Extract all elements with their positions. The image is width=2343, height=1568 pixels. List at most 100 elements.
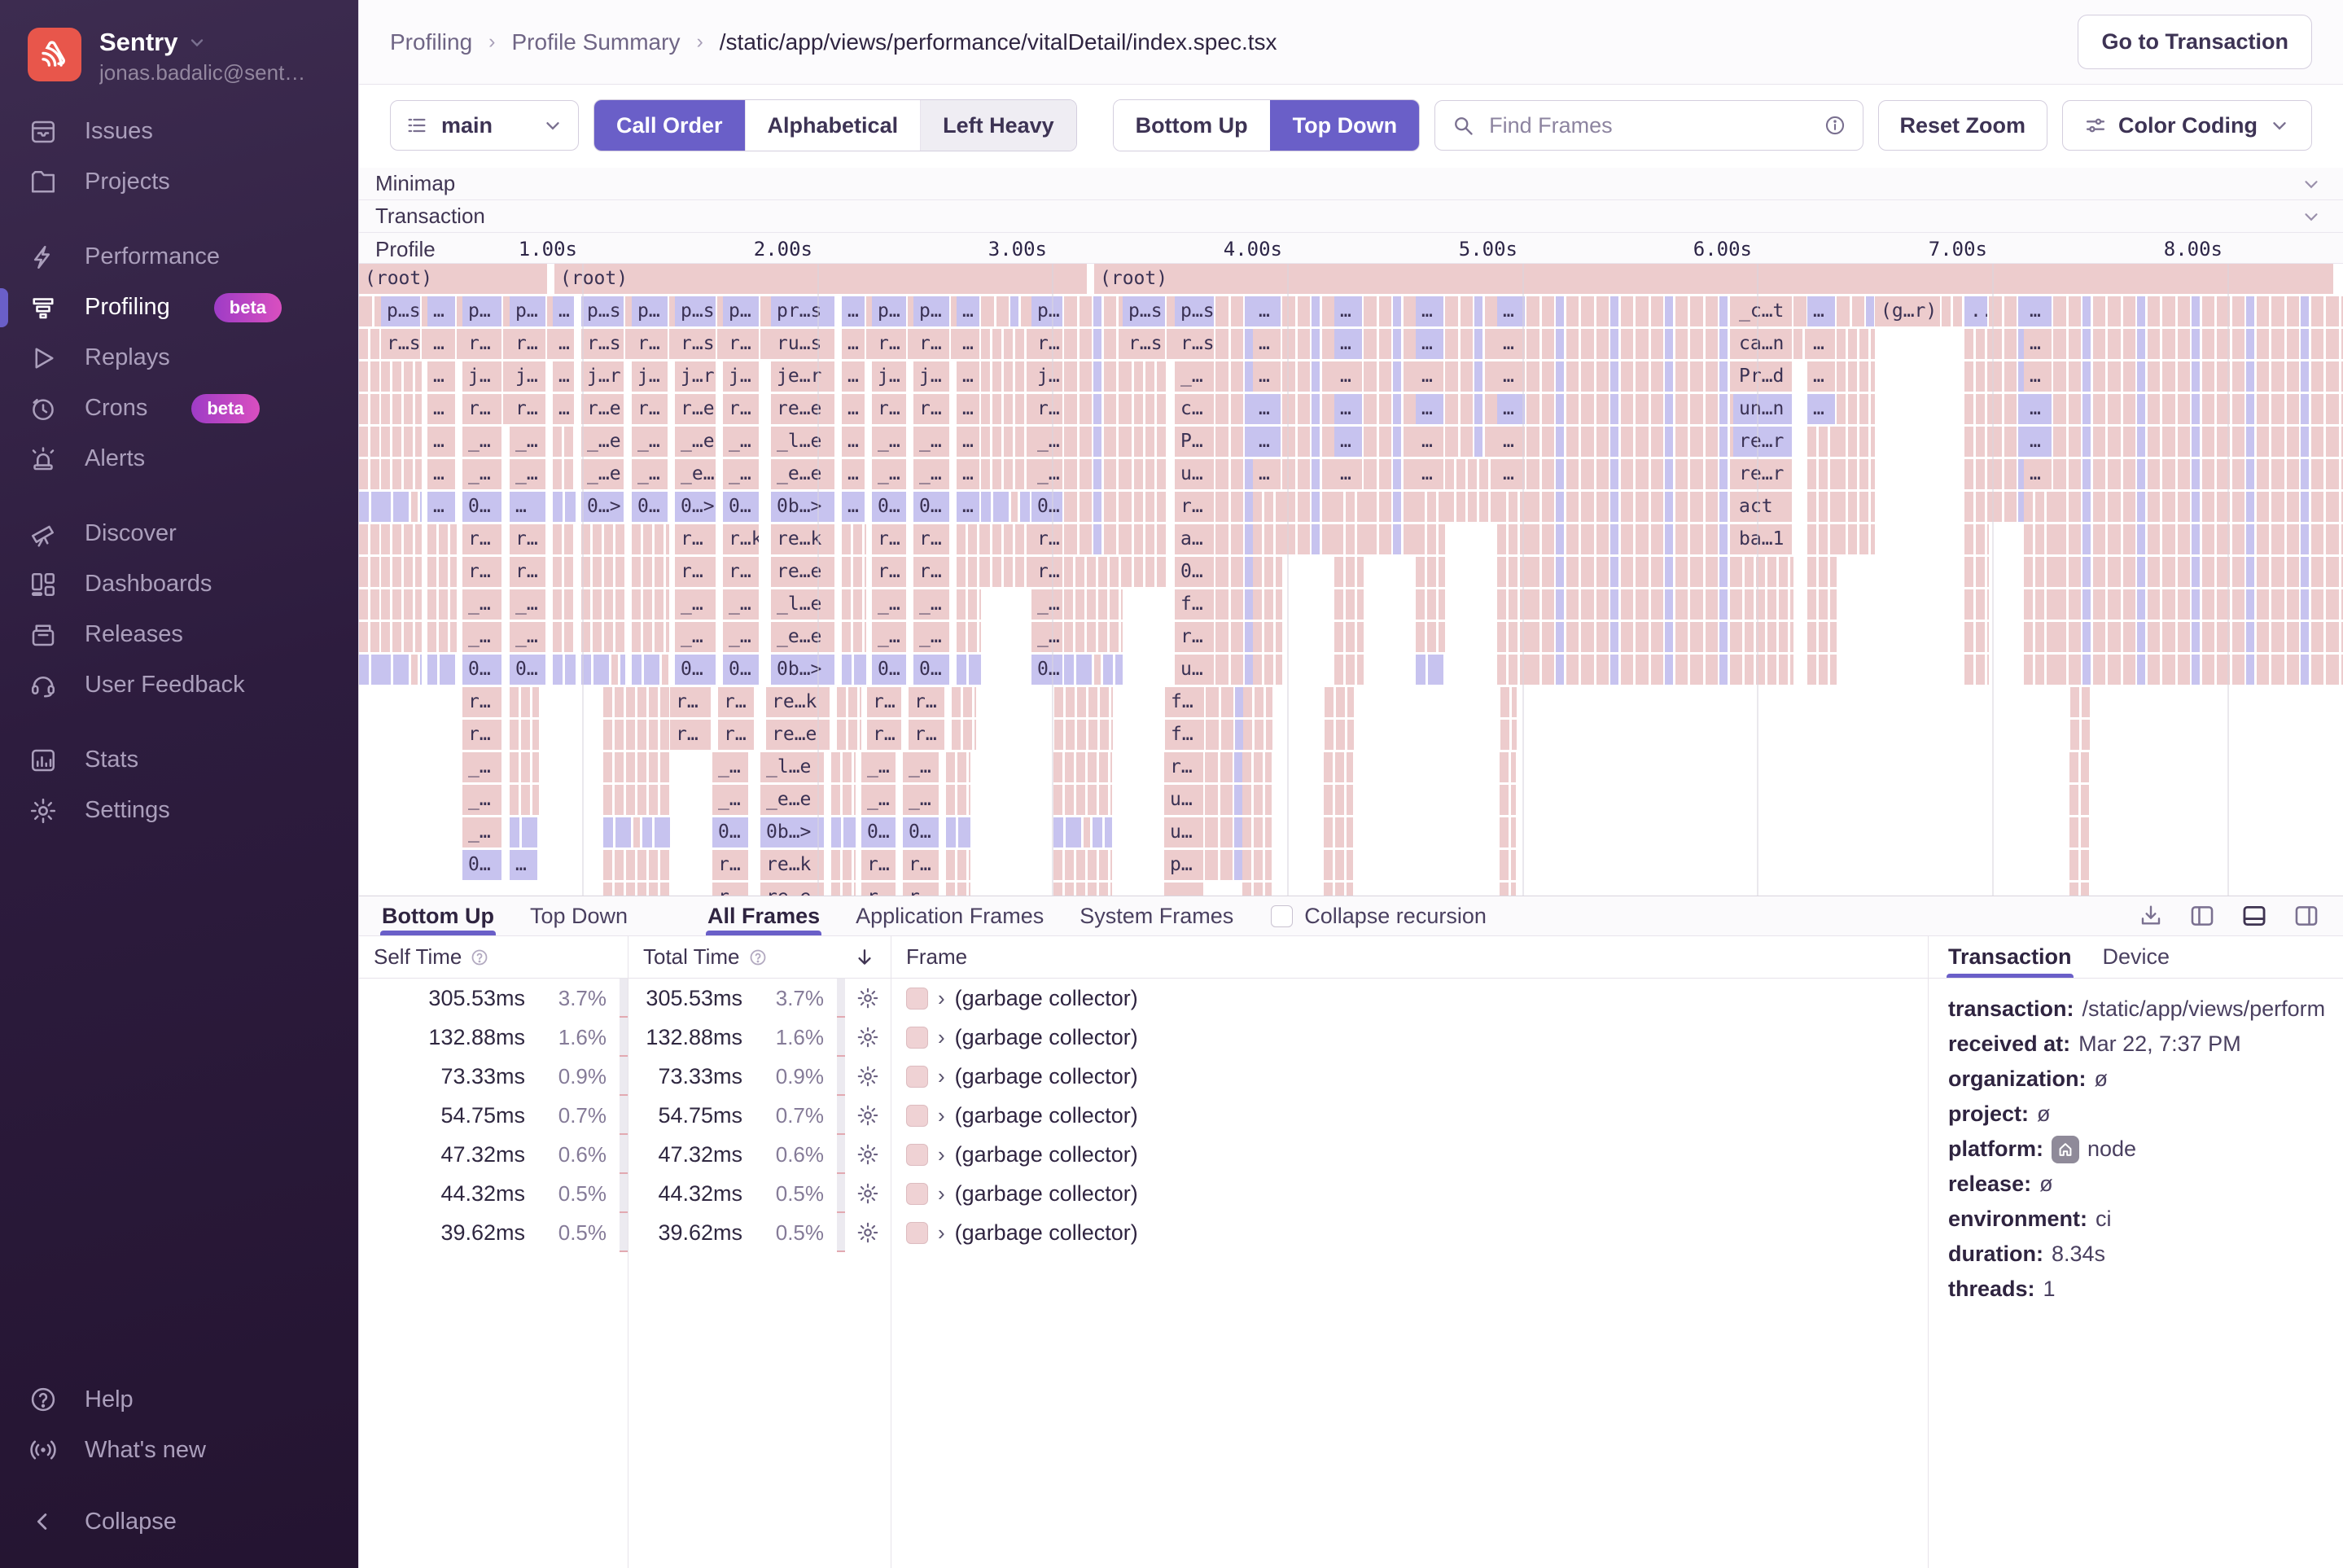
sidebar-item-help[interactable]: Help — [0, 1374, 358, 1425]
flamegraph-frame[interactable]: _… — [913, 622, 951, 652]
flamegraph-frame[interactable]: (root) — [1094, 264, 2335, 294]
flamegraph-frame[interactable]: 0…> — [581, 492, 625, 522]
flamegraph-frame[interactable]: _… — [712, 785, 750, 815]
flamegraph-frame[interactable]: _… — [510, 622, 547, 652]
segment-call-order[interactable]: Call Order — [594, 100, 745, 151]
flamegraph-frame[interactable]: re…k — [771, 524, 836, 554]
flamegraph-frame[interactable]: _…e — [581, 427, 625, 457]
flamegraph-frame[interactable]: 0… — [462, 850, 503, 880]
frame-cell[interactable]: ›(garbage collector) — [891, 1135, 1928, 1174]
flamegraph-frame[interactable]: r… — [913, 394, 951, 424]
flamegraph-frame[interactable]: 0b…> — [771, 492, 836, 522]
flamegraph-frame[interactable]: _e…e — [771, 459, 836, 489]
frame-cell[interactable]: ›(garbage collector) — [891, 1174, 1928, 1213]
flamegraph-frame[interactable]: 0… — [903, 817, 940, 848]
flamegraph-frame[interactable]: r… — [670, 720, 712, 750]
flamegraph-frame[interactable]: p… — [510, 296, 547, 326]
flamegraph-frame[interactable]: … — [510, 850, 539, 880]
flamegraph-frame[interactable]: a… — [1175, 524, 1215, 554]
flamegraph-frame[interactable]: r… — [1031, 329, 1064, 359]
flamegraph-frame[interactable]: _… — [632, 427, 669, 457]
flamegraph-frame[interactable]: … — [427, 361, 457, 392]
flamegraph-frame[interactable]: … — [842, 329, 866, 359]
flamegraph-frame[interactable]: _… — [872, 622, 908, 652]
flamegraph-frame[interactable]: _… — [861, 785, 897, 815]
flamegraph-frame[interactable]: re…e — [771, 557, 836, 587]
gear-icon[interactable] — [845, 1181, 891, 1206]
flamegraph-frame[interactable]: r…s — [1175, 329, 1215, 359]
flamegraph-frame[interactable]: r… — [723, 557, 760, 587]
flamegraph-frame[interactable]: … — [1807, 296, 1837, 326]
sidebar-item-profiling[interactable]: Profilingbeta — [0, 283, 358, 333]
flamegraph-frame[interactable]: _… — [861, 752, 897, 782]
flamegraph-frame[interactable]: _… — [872, 427, 908, 457]
flamegraph-frame[interactable]: 0… — [723, 655, 760, 685]
flamegraph-frame[interactable]: _… — [675, 622, 717, 652]
flamegraph-frame[interactable]: … — [1253, 427, 1282, 457]
flamegraph-frame[interactable]: p… — [1164, 850, 1205, 880]
flamegraph-frame[interactable]: … — [1164, 883, 1205, 896]
expand-chevron-icon[interactable]: › — [938, 1064, 945, 1089]
flamegraph-frame[interactable]: r…s — [581, 329, 625, 359]
flamegraph-frame[interactable]: … — [510, 492, 547, 522]
flamegraph-frame[interactable]: r…e — [581, 394, 625, 424]
flamegraph-frame[interactable]: r… — [510, 329, 547, 359]
flamegraph-frame[interactable]: u… — [1175, 459, 1215, 489]
flamegraph-frame[interactable]: … — [957, 492, 981, 522]
flamegraph-frame[interactable]: f… — [1175, 589, 1215, 620]
total-time-cell[interactable]: 44.32ms0.5% — [628, 1174, 891, 1213]
flamegraph-frame[interactable]: P… — [1175, 427, 1215, 457]
flamegraph-frame[interactable]: r… — [909, 720, 946, 750]
sidebar-item-crons[interactable]: Cronsbeta — [0, 383, 358, 434]
flamegraph-frame[interactable]: … — [427, 329, 457, 359]
flamegraph-frame[interactable]: _l…e — [771, 427, 836, 457]
sidebar-item-releases[interactable]: Releases — [0, 610, 358, 660]
segment-top-down[interactable]: Top Down — [1270, 100, 1419, 151]
flamegraph-frame[interactable]: … — [1334, 361, 1364, 392]
flamegraph-frame[interactable]: r… — [1031, 524, 1064, 554]
flamegraph-frame[interactable]: p…s — [381, 296, 422, 326]
flamegraph-frame[interactable]: … — [2024, 459, 2053, 489]
flamegraph-frame[interactable]: 0… — [872, 655, 908, 685]
flamegraph-frame[interactable]: _… — [462, 817, 503, 848]
flamegraph-frame[interactable]: … — [1253, 296, 1282, 326]
flamegraph-frame[interactable]: j… — [510, 361, 547, 392]
flamegraph-frame[interactable]: re…e — [760, 883, 826, 896]
flamegraph-frame[interactable]: pr…s — [771, 296, 836, 326]
flamegraph-frame[interactable]: _… — [632, 459, 669, 489]
flamegraph-frame[interactable]: p… — [913, 296, 951, 326]
flamegraph-frame[interactable]: … — [553, 329, 576, 359]
flamegraph-frame[interactable]: _… — [510, 427, 547, 457]
flamegraph-frame[interactable]: 0… — [712, 817, 750, 848]
flamegraph-frame[interactable]: … — [1807, 394, 1837, 424]
flamegraph-frame[interactable]: … — [553, 296, 576, 326]
sidebar-item-alerts[interactable]: Alerts — [0, 434, 358, 484]
flamegraph-frame[interactable]: _… — [913, 427, 951, 457]
flamegraph-frame[interactable]: … — [427, 427, 457, 457]
tab-all-frames[interactable]: All Frames — [707, 896, 820, 935]
flamegraph-frame[interactable]: _… — [723, 589, 760, 620]
flamegraph-frame[interactable]: r… — [632, 394, 669, 424]
flamegraph-frame[interactable]: 0b…> — [760, 817, 826, 848]
flamegraph-frame[interactable]: j… — [632, 361, 669, 392]
gear-icon[interactable] — [845, 1142, 891, 1167]
details-tab-transaction[interactable]: Transaction — [1948, 936, 2072, 978]
flamegraph-frame[interactable]: … — [957, 296, 981, 326]
minimap-section-header[interactable]: Minimap — [359, 168, 2343, 200]
flamegraph-frame[interactable]: p… — [1031, 296, 1064, 326]
flamegraph-frame[interactable]: f… — [1165, 720, 1206, 750]
flamegraph-frame[interactable]: … — [427, 394, 457, 424]
flamegraph-frame[interactable]: r… — [872, 394, 908, 424]
flamegraph-frame[interactable]: … — [2024, 394, 2053, 424]
details-tab-device[interactable]: Device — [2103, 936, 2170, 978]
flamegraph-frame[interactable]: r… — [632, 329, 669, 359]
expand-chevron-icon[interactable]: › — [938, 986, 945, 1011]
flamegraph-frame[interactable]: _…e — [675, 427, 717, 457]
flamegraph-frame[interactable]: c… — [1175, 394, 1215, 424]
sidebar-item-issues[interactable]: Issues — [0, 107, 358, 157]
flamegraph-frame[interactable]: … — [1334, 427, 1364, 457]
flamegraph-frame[interactable]: r…s — [1123, 329, 1167, 359]
flamegraph-frame[interactable]: … — [1416, 459, 1445, 489]
flamegraph-frame[interactable]: … — [1807, 329, 1837, 359]
collapse-recursion-toggle[interactable]: Collapse recursion — [1271, 904, 1487, 929]
